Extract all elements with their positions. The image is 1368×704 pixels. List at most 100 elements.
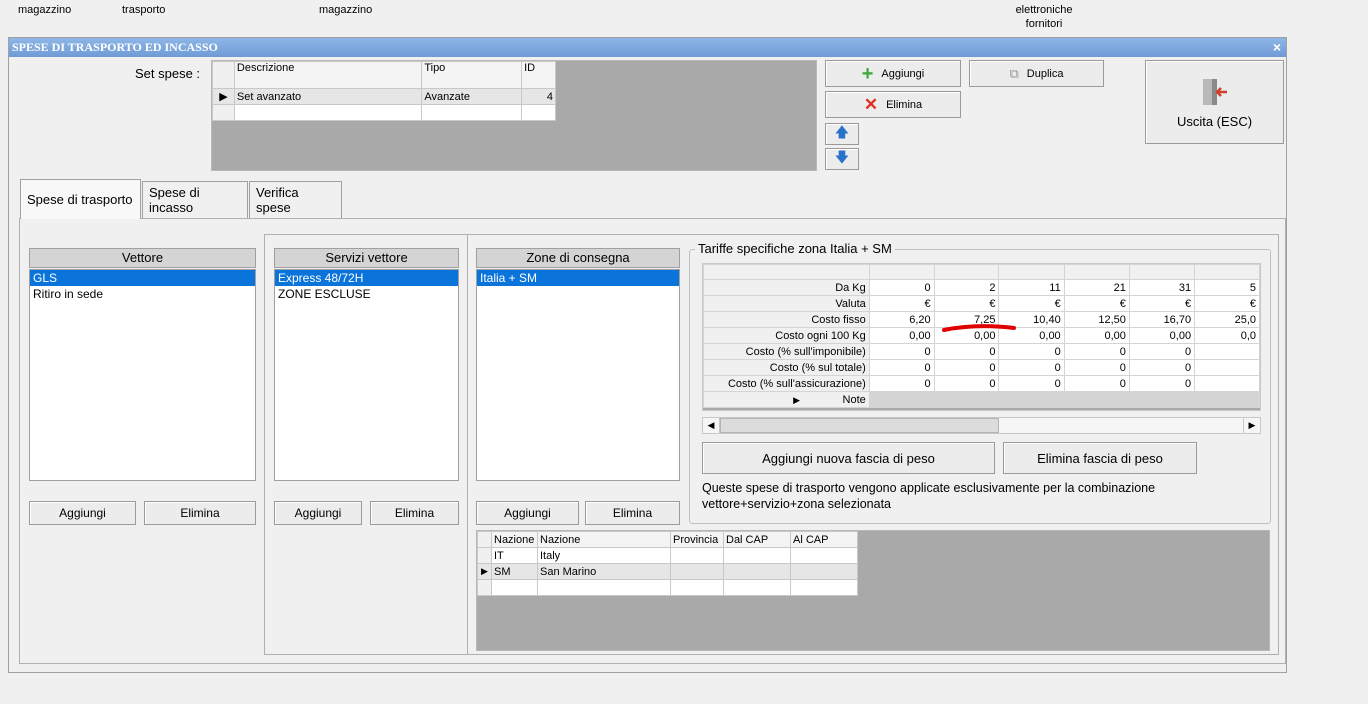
tariffe-cell[interactable]: 0 xyxy=(1128,375,1196,392)
tariffe-cell[interactable]: 0 xyxy=(998,343,1065,360)
tariffe-cell[interactable] xyxy=(1128,391,1196,408)
band-header[interactable] xyxy=(1128,264,1196,280)
servizi-list[interactable]: Express 48/72H ZONE ESCLUSE xyxy=(274,269,459,481)
cell[interactable]: Italy xyxy=(537,547,671,564)
band-header[interactable] xyxy=(998,264,1065,280)
cell[interactable] xyxy=(723,563,791,580)
tariffe-cell[interactable]: 21 xyxy=(1063,279,1130,296)
tariffe-cell[interactable] xyxy=(1063,391,1130,408)
close-icon[interactable]: × xyxy=(1273,38,1281,57)
delete-band-button[interactable]: Elimina fascia di peso xyxy=(1003,442,1197,474)
tariffe-cell[interactable]: € xyxy=(868,295,935,312)
cell-descrizione[interactable]: Set avanzato xyxy=(233,88,423,105)
zone-delete-button[interactable]: Elimina xyxy=(585,501,680,525)
tariffe-cell[interactable]: 11 xyxy=(998,279,1065,296)
tariffe-cell[interactable]: € xyxy=(1063,295,1130,312)
tariffe-cell[interactable]: 5 xyxy=(1194,279,1260,296)
band-header[interactable] xyxy=(1194,264,1260,280)
table-row-new[interactable] xyxy=(477,579,858,596)
vettore-list[interactable]: GLS Ritiro in sede xyxy=(29,269,256,481)
tariffe-cell[interactable]: € xyxy=(998,295,1065,312)
add-button[interactable]: + Aggiungi xyxy=(825,60,961,87)
exit-button[interactable]: Uscita (ESC) xyxy=(1145,60,1284,144)
col-tipo[interactable]: Tipo xyxy=(421,61,523,89)
tariffe-cell[interactable]: 0 xyxy=(868,375,935,392)
tariffe-cell[interactable]: 0 xyxy=(868,279,935,296)
tariffe-cell[interactable] xyxy=(1194,343,1260,360)
zone-add-button[interactable]: Aggiungi xyxy=(476,501,579,525)
list-item[interactable]: Ritiro in sede xyxy=(30,286,255,302)
list-item[interactable]: ZONE ESCLUSE xyxy=(275,286,458,302)
servizi-delete-button[interactable]: Elimina xyxy=(370,501,459,525)
tariffe-cell[interactable] xyxy=(998,391,1065,408)
scroll-right-icon[interactable]: ▶ xyxy=(1243,418,1260,433)
tariffe-cell[interactable] xyxy=(1194,359,1260,376)
tariffe-cell[interactable]: 0 xyxy=(868,343,935,360)
servizi-add-button[interactable]: Aggiungi xyxy=(274,501,362,525)
col-al-cap[interactable]: Al CAP xyxy=(790,531,858,548)
tariffe-cell[interactable] xyxy=(1194,391,1260,408)
tariffe-cell[interactable] xyxy=(1194,375,1260,392)
col-descrizione[interactable]: Descrizione xyxy=(233,61,423,89)
tariffe-cell[interactable]: 0 xyxy=(933,359,1000,376)
tariffe-cell[interactable]: € xyxy=(1128,295,1196,312)
tab-spese-trasporto[interactable]: Spese di trasporto xyxy=(20,179,141,219)
cell[interactable] xyxy=(790,563,858,580)
tab-verifica-spese[interactable]: Verifica spese xyxy=(249,181,342,218)
cell[interactable] xyxy=(723,547,791,564)
add-band-button[interactable]: Aggiungi nuova fascia di peso xyxy=(702,442,995,474)
tariffe-cell[interactable]: 0 xyxy=(868,359,935,376)
tariffe-cell[interactable]: 25,0 xyxy=(1194,311,1260,328)
tariffe-cell[interactable]: 31 xyxy=(1128,279,1196,296)
cell[interactable] xyxy=(670,547,724,564)
horizontal-scrollbar[interactable]: ◀ ▶ xyxy=(702,417,1261,434)
tariffe-cell[interactable]: 0 xyxy=(998,359,1065,376)
col-nazione-code[interactable]: Nazione xyxy=(491,531,538,548)
band-header[interactable] xyxy=(868,264,935,280)
cell[interactable]: SM xyxy=(491,563,538,580)
table-row[interactable]: IT Italy xyxy=(477,547,858,564)
scroll-left-icon[interactable]: ◀ xyxy=(703,418,720,433)
list-item[interactable]: Express 48/72H xyxy=(275,270,458,286)
tariffe-cell[interactable]: 2 xyxy=(933,279,1000,296)
scroll-thumb[interactable] xyxy=(720,418,999,433)
zone-list[interactable]: Italia + SM xyxy=(476,269,680,481)
tariffe-grid[interactable]: Da Kg 0 2 11 21 31 5 Valuta € € € € € € Costo fisso 6,2… xyxy=(702,263,1261,411)
list-item[interactable]: GLS xyxy=(30,270,255,286)
tariffe-cell[interactable]: € xyxy=(933,295,1000,312)
tariffe-cell[interactable]: 0,00 xyxy=(868,327,935,344)
band-header[interactable] xyxy=(1063,264,1130,280)
tariffe-cell[interactable]: 0 xyxy=(998,375,1065,392)
cell[interactable]: IT xyxy=(491,547,538,564)
col-dal-cap[interactable]: Dal CAP xyxy=(723,531,791,548)
list-item[interactable]: Italia + SM xyxy=(477,270,679,286)
tariffe-cell[interactable]: 16,70 xyxy=(1128,311,1196,328)
tariffe-cell[interactable]: 0,0 xyxy=(1194,327,1260,344)
tariffe-cell[interactable]: 0,00 xyxy=(1128,327,1196,344)
tariffe-cell[interactable]: 12,50 xyxy=(1063,311,1130,328)
cell-tipo[interactable]: Avanzate xyxy=(421,88,523,105)
tariffe-cell[interactable]: 0 xyxy=(1063,375,1130,392)
table-row[interactable]: ▶ Set avanzato Avanzate 4 xyxy=(212,88,556,105)
delete-button[interactable]: ✕ Elimina xyxy=(825,91,961,118)
cell-id[interactable]: 4 xyxy=(521,88,556,105)
tab-spese-incasso[interactable]: Spese di incasso xyxy=(142,181,248,218)
col-nazione[interactable]: Nazione xyxy=(537,531,671,548)
move-down-button[interactable]: 🡇 xyxy=(825,148,859,170)
set-spese-grid[interactable]: Descrizione Tipo ID ▶ Set avanzato Avanz… xyxy=(211,60,817,171)
tariffe-cell[interactable]: 0 xyxy=(1128,359,1196,376)
move-up-button[interactable]: 🡅 xyxy=(825,123,859,145)
tariffe-cell[interactable]: 0 xyxy=(933,343,1000,360)
col-provincia[interactable]: Provincia xyxy=(670,531,724,548)
tariffe-cell[interactable]: 6,20 xyxy=(868,311,935,328)
vettore-add-button[interactable]: Aggiungi xyxy=(29,501,136,525)
table-row[interactable]: ▶ SM San Marino xyxy=(477,563,858,580)
vettore-delete-button[interactable]: Elimina xyxy=(144,501,256,525)
tariffe-cell[interactable]: 0,00 xyxy=(1063,327,1130,344)
duplicate-button[interactable]: ⧉ Duplica xyxy=(969,60,1104,87)
table-row-new[interactable] xyxy=(212,104,556,121)
nazioni-grid[interactable]: Nazione Nazione Provincia Dal CAP Al CAP… xyxy=(476,530,1270,651)
tariffe-cell[interactable]: 0 xyxy=(1128,343,1196,360)
cell[interactable] xyxy=(670,563,724,580)
tariffe-cell[interactable]: 0 xyxy=(933,375,1000,392)
